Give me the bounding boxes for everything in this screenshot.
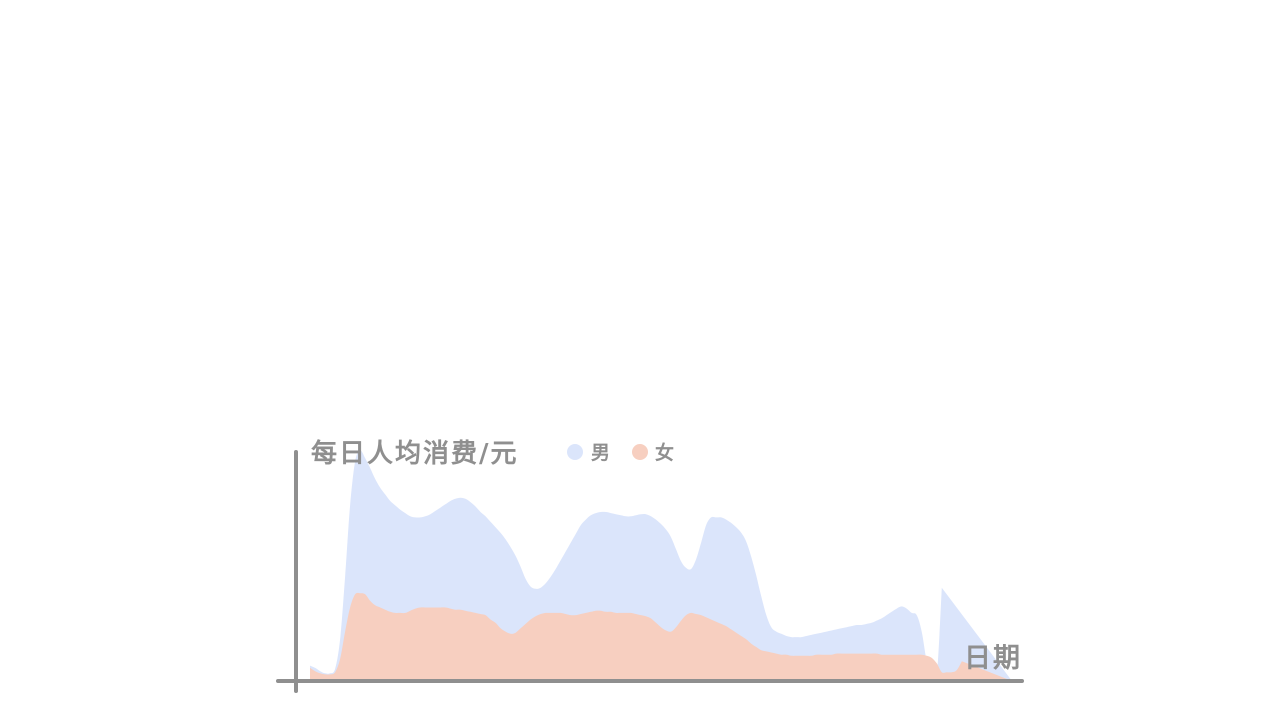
legend-swatch-female (632, 444, 648, 460)
legend: 男 女 (567, 441, 674, 464)
x-axis-title: 日期 (964, 643, 1022, 674)
legend-item-male[interactable]: 男 (567, 442, 610, 464)
legend-label-male: 男 (591, 442, 610, 464)
legend-label-female: 女 (655, 441, 674, 464)
legend-item-female[interactable]: 女 (632, 441, 674, 464)
y-axis-title: 每日人均消费/元 (311, 438, 519, 469)
area-chart: 每日人均消费/元 日期 男 女 (276, 438, 1024, 693)
series-areas (310, 450, 1012, 681)
legend-swatch-male (567, 444, 583, 460)
